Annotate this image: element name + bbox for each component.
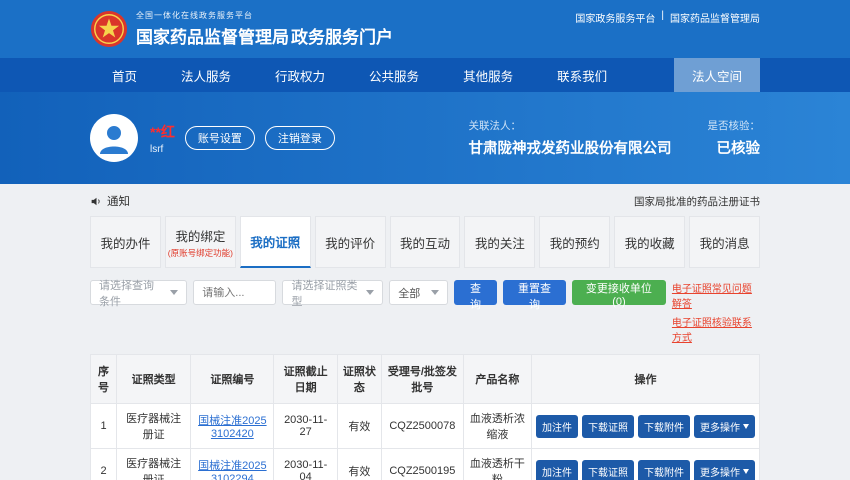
- query-condition-select[interactable]: 请选择查询条件: [90, 280, 187, 305]
- speaker-icon: [90, 195, 103, 208]
- row-index: 2: [91, 449, 117, 480]
- chevron-down-icon: [743, 424, 749, 429]
- avatar: [90, 114, 138, 162]
- site-title: 国家药品监督管理局政务服务门户: [136, 23, 393, 48]
- tab-my-appointments[interactable]: 我的预约: [539, 216, 610, 268]
- org-name: 国家药品监督管理局: [136, 28, 289, 47]
- download-attachment-button[interactable]: 下载附件: [638, 415, 690, 438]
- cert-status: 有效: [337, 449, 381, 480]
- tab-my-binding[interactable]: 我的绑定 (原账号绑定功能): [165, 216, 236, 268]
- tab-my-messages[interactable]: 我的消息: [689, 216, 760, 268]
- nav-item-home[interactable]: 首页: [90, 58, 159, 92]
- content-area: 通知 国家局批准的药品注册证书 我的办件 我的绑定 (原账号绑定功能) 我的证照…: [0, 184, 850, 480]
- keyword-input-wrap: [193, 280, 276, 305]
- nav-item-admin-power[interactable]: 行政权力: [253, 58, 347, 92]
- product-name: 血液透析干粉: [463, 449, 531, 480]
- cert-faq-link[interactable]: 电子证照常见问题解答: [672, 280, 760, 310]
- logout-button[interactable]: 注销登录: [265, 126, 335, 150]
- product-name: 血液透析浓缩液: [463, 404, 531, 449]
- status-select[interactable]: 全部: [389, 280, 448, 305]
- nav-item-other-services[interactable]: 其他服务: [441, 58, 535, 92]
- national-emblem-logo: [90, 10, 128, 48]
- cert-type-select[interactable]: 请选择证照类型: [282, 280, 383, 305]
- verify-label: 是否核验：: [708, 118, 761, 133]
- tab-my-interactions[interactable]: 我的互动: [390, 216, 461, 268]
- certificates-table: 序号 证照类型 证照编号 证照截止日期 证照状态 受理号/批签发批号 产品名称 …: [90, 354, 760, 480]
- table-row: 2 医疗器械注册证 国械注准20253102294 2030-11-04 有效 …: [91, 449, 760, 480]
- cert-expiry: 2030-11-27: [274, 404, 337, 449]
- chevron-down-icon: [743, 469, 749, 474]
- nav-item-contact[interactable]: 联系我们: [535, 58, 629, 92]
- link-national-gov-platform[interactable]: 国家政务服务平台: [575, 10, 655, 25]
- chevron-down-icon: [170, 290, 178, 295]
- accept-number: CQZ2500195: [381, 449, 463, 480]
- chevron-down-icon: [431, 290, 439, 295]
- cert-type: 医疗器械注册证: [117, 404, 191, 449]
- cert-verify-contact-link[interactable]: 电子证照核验联系方式: [672, 314, 760, 344]
- notice-label: 通知: [107, 193, 130, 209]
- cert-status: 有效: [337, 404, 381, 449]
- annotate-button[interactable]: 加注件: [536, 460, 578, 480]
- annotate-button[interactable]: 加注件: [536, 415, 578, 438]
- tab-my-follows[interactable]: 我的关注: [464, 216, 535, 268]
- related-legal-label: 关联法人：: [469, 118, 672, 133]
- header-links: 国家政务服务平台 | 国家药品监督管理局: [575, 10, 760, 25]
- table-row: 1 医疗器械注册证 国械注准20253102420 2030-11-27 有效 …: [91, 404, 760, 449]
- nav-item-public-services[interactable]: 公共服务: [347, 58, 441, 92]
- tab-bar: 我的办件 我的绑定 (原账号绑定功能) 我的证照 我的评价 我的互动 我的关注 …: [90, 216, 760, 268]
- cert-expiry: 2030-11-04: [274, 449, 337, 480]
- change-receiver-button[interactable]: 变更接收单位(0): [572, 280, 666, 305]
- download-cert-button[interactable]: 下载证照: [582, 460, 634, 480]
- link-separator: |: [661, 10, 664, 21]
- more-actions-button[interactable]: 更多操作: [694, 460, 755, 480]
- user-display-name: **红: [150, 122, 175, 142]
- table-header-row: 序号 证照类型 证照编号 证照截止日期 证照状态 受理号/批签发批号 产品名称 …: [91, 355, 760, 404]
- company-name: 甘肃陇神戎发药业股份有限公司: [469, 137, 672, 158]
- download-attachment-button[interactable]: 下载附件: [638, 460, 690, 480]
- site-header: 全国一体化在线政务服务平台 国家药品监督管理局政务服务门户 国家政务服务平台 |…: [0, 0, 850, 58]
- brand: 全国一体化在线政务服务平台 国家药品监督管理局政务服务门户: [90, 10, 393, 48]
- tab-my-cases[interactable]: 我的办件: [90, 216, 161, 268]
- account-settings-button[interactable]: 账号设置: [185, 126, 255, 150]
- tab-my-binding-subnote: (原账号绑定功能): [168, 247, 233, 259]
- link-nmpa[interactable]: 国家药品监督管理局: [670, 10, 760, 25]
- notice-row: 通知 国家局批准的药品注册证书: [90, 184, 760, 216]
- chevron-down-icon: [366, 290, 374, 295]
- filter-bar: 请选择查询条件 请选择证照类型 全部 查询 重置查询 变更接收单位(0) 电子证…: [90, 280, 760, 344]
- nav-item-legal-services[interactable]: 法人服务: [159, 58, 253, 92]
- legal-person-space-button[interactable]: 法人空间: [674, 58, 760, 92]
- tab-my-favorites[interactable]: 我的收藏: [614, 216, 685, 268]
- tab-my-certificates[interactable]: 我的证照: [240, 216, 311, 268]
- more-actions-button[interactable]: 更多操作: [694, 415, 755, 438]
- accept-number: CQZ2500078: [381, 404, 463, 449]
- user-login-id: lsrf: [150, 144, 175, 155]
- reset-query-button[interactable]: 重置查询: [503, 280, 566, 305]
- keyword-input[interactable]: [202, 287, 267, 299]
- portal-name: 政务服务门户: [291, 28, 393, 47]
- tab-my-reviews[interactable]: 我的评价: [315, 216, 386, 268]
- verify-status: 已核验: [708, 137, 761, 158]
- cert-type: 医疗器械注册证: [117, 449, 191, 480]
- query-button[interactable]: 查询: [454, 280, 497, 305]
- main-nav: 首页 法人服务 行政权力 公共服务 其他服务 联系我们 法人空间: [0, 58, 850, 92]
- notice-link[interactable]: 国家局批准的药品注册证书: [634, 194, 760, 209]
- cert-number-link[interactable]: 国械注准20253102420: [198, 415, 266, 440]
- download-cert-button[interactable]: 下载证照: [582, 415, 634, 438]
- cert-number-link[interactable]: 国械注准20253102294: [198, 460, 266, 480]
- row-index: 1: [91, 404, 117, 449]
- platform-tagline: 全国一体化在线政务服务平台: [136, 10, 393, 21]
- user-banner: **红 lsrf 账号设置 注销登录 关联法人： 甘肃陇神戎发药业股份有限公司 …: [0, 92, 850, 184]
